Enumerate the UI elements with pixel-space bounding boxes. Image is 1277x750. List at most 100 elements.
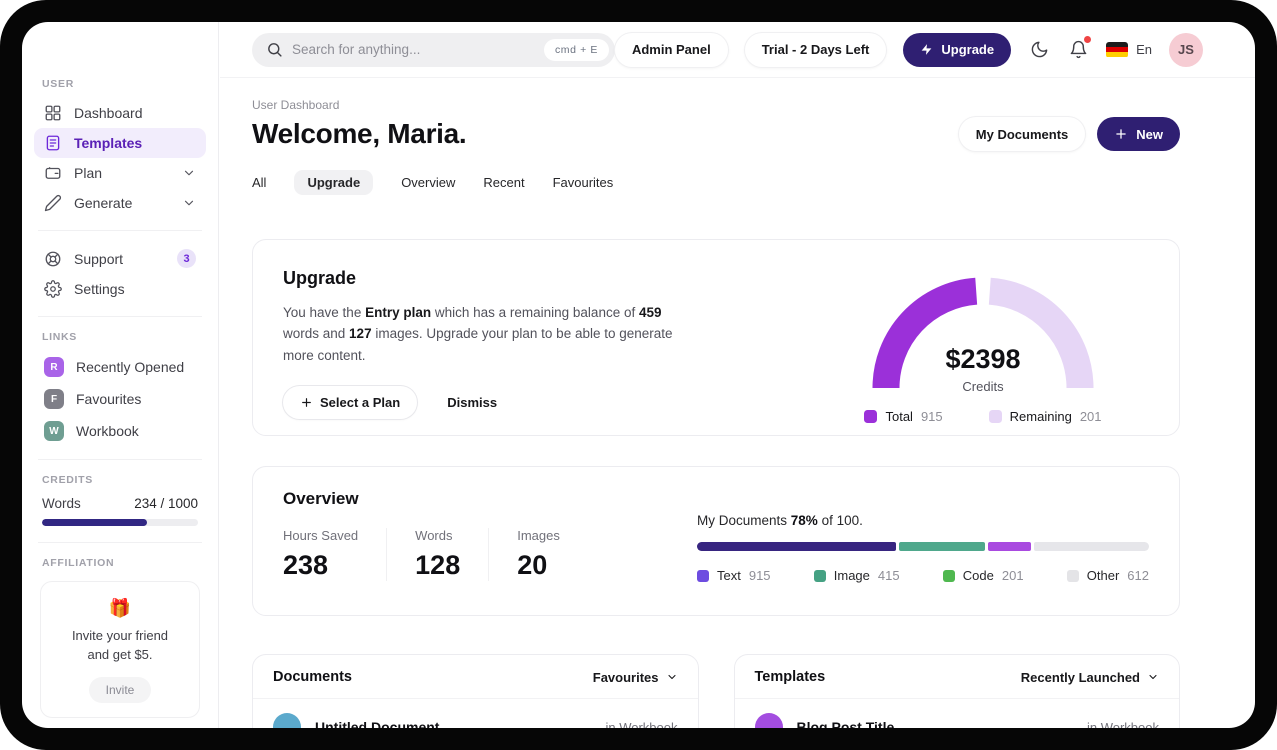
documents-filter-dropdown[interactable]: Favourites: [593, 670, 678, 685]
link-tile-r: R: [44, 357, 64, 377]
avatar[interactable]: JS: [1169, 32, 1203, 67]
templates-card-title: Templates: [754, 669, 826, 685]
template-thumbnail: [754, 713, 783, 728]
upgrade-card: Upgrade You have the Entry plan which ha…: [252, 239, 1180, 436]
notification-dot: [1084, 35, 1092, 43]
documents-progress-chart: My Documents 78% of 100. Text 915 Image …: [697, 489, 1149, 593]
search-bar[interactable]: cmd + E: [252, 32, 615, 67]
sidebar-item-label: Templates: [74, 135, 143, 151]
sidebar: USER Dashboard Templates Plan Generate S…: [22, 22, 219, 728]
sidebar-divider: [38, 542, 202, 543]
progress-caption: My Documents 78% of 100.: [697, 513, 863, 528]
lifebuoy-icon: [45, 251, 61, 266]
legend-item-text: Text 915: [697, 568, 771, 583]
content: User Dashboard Welcome, Maria. My Docume…: [220, 78, 1255, 728]
germany-flag-icon: [1106, 41, 1129, 58]
gauge-value: $2398: [945, 344, 1021, 374]
search-icon: [268, 43, 282, 57]
sidebar-item-dashboard[interactable]: Dashboard: [34, 98, 206, 128]
legend-swatch: [864, 410, 878, 423]
overview-card-title: Overview: [283, 489, 359, 508]
upgrade-card-text: You have the Entry plan which has a rema…: [283, 305, 673, 363]
plus-icon: [1116, 129, 1126, 139]
chevron-down-icon: [184, 170, 194, 176]
sidebar-item-label: Generate: [74, 195, 133, 211]
grid-icon: [45, 105, 61, 121]
sidebar-link-workbook[interactable]: W Workbook: [34, 415, 206, 447]
bar-segment-text: [697, 542, 896, 551]
support-count-badge: 3: [177, 249, 196, 268]
sidebar-divider: [38, 316, 202, 317]
legend-item-code: Code 201: [942, 568, 1024, 583]
sidebar-item-support[interactable]: Support 3: [34, 243, 206, 274]
sidebar-item-generate[interactable]: Generate: [34, 188, 206, 218]
bar-segment-code: [987, 542, 1031, 551]
lightning-icon: [921, 44, 932, 55]
sidebar-item-label: Support: [74, 250, 124, 267]
legend-swatch: [697, 569, 709, 582]
affiliation-card: 🎁 Invite your friend and get $5. Invite: [40, 581, 200, 718]
dismiss-button[interactable]: Dismiss: [447, 395, 497, 410]
credits-words-value: 234 / 1000: [134, 496, 198, 511]
admin-panel-button[interactable]: Admin Panel: [614, 32, 728, 67]
legend-swatch: [813, 569, 826, 582]
bell-icon: [1070, 40, 1086, 59]
trial-status-badge[interactable]: Trial - 2 Days Left: [744, 32, 887, 67]
link-tile-f: F: [44, 389, 64, 409]
templates-card: Templates Recently Launched Blog Post Ti…: [733, 654, 1180, 728]
legend-item-total: Total 915: [864, 409, 943, 424]
sidebar-link-label: Workbook: [76, 423, 139, 439]
notifications-button[interactable]: [1067, 35, 1092, 61]
templates-filter-dropdown[interactable]: Recently Launched: [1021, 670, 1159, 685]
template-row[interactable]: Blog Post Title in Workbook: [735, 699, 1180, 728]
sidebar-section-credits: CREDITS: [42, 474, 93, 486]
dark-mode-toggle[interactable]: [1028, 39, 1050, 61]
document-thumbnail: [273, 713, 301, 728]
upgrade-card-title: Upgrade: [283, 268, 357, 288]
breadcrumb: User Dashboard: [252, 98, 340, 112]
sidebar-item-plan[interactable]: Plan: [34, 158, 206, 188]
tab-bar: All Upgrade Overview Recent Favourites: [252, 170, 1180, 195]
bar-segment-other: [1033, 542, 1149, 551]
pencil-icon: [44, 194, 62, 212]
legend-swatch: [1066, 569, 1079, 582]
topbar-actions: Admin Panel Trial - 2 Days Left Upgrade: [614, 32, 1203, 67]
sidebar-item-settings[interactable]: Settings: [34, 274, 206, 304]
bar-segment-image: [898, 542, 985, 551]
template-location: in Workbook: [1086, 719, 1159, 729]
tab-upgrade[interactable]: Upgrade: [294, 170, 374, 195]
sidebar-section-user: USER: [42, 78, 74, 90]
gear-icon: [44, 280, 62, 298]
sidebar-item-templates[interactable]: Templates: [34, 128, 206, 158]
sidebar-link-favourites[interactable]: F Favourites: [34, 383, 206, 415]
search-input[interactable]: [292, 42, 535, 57]
sidebar-link-label: Favourites: [76, 391, 142, 407]
tab-overview[interactable]: Overview: [401, 170, 455, 195]
tab-all[interactable]: All: [252, 170, 266, 195]
gauge-legend: Total 915 Remaining 201: [864, 409, 1102, 424]
legend-item-remaining: Remaining 201: [988, 409, 1102, 424]
stat-hours-saved: Hours Saved 238: [283, 528, 388, 581]
language-selector[interactable]: En: [1106, 41, 1152, 58]
document-row[interactable]: Untitled Document in Workbook: [253, 699, 698, 728]
documents-card-title: Documents: [273, 669, 352, 685]
gift-icon: 🎁: [108, 598, 132, 618]
sidebar-divider: [38, 459, 202, 460]
chevron-down-icon: [1149, 674, 1157, 680]
search-shortcut-hint: cmd + E: [543, 38, 609, 61]
language-label: En: [1136, 42, 1152, 57]
sidebar-item-label: Settings: [74, 281, 125, 297]
tab-favourites[interactable]: Favourites: [553, 170, 614, 195]
sidebar-link-recently-opened[interactable]: R Recently Opened: [34, 351, 206, 383]
select-plan-button[interactable]: Select a Plan: [283, 385, 418, 419]
invite-button[interactable]: Invite: [88, 676, 152, 703]
upgrade-button[interactable]: Upgrade: [903, 32, 1012, 67]
gauge-caption: Credits: [962, 379, 1004, 394]
credits-words-row: Words 234 / 1000: [42, 496, 198, 511]
tab-recent[interactable]: Recent: [483, 170, 524, 195]
plus-icon: [302, 398, 311, 407]
my-documents-button[interactable]: My Documents: [958, 117, 1086, 151]
credits-words-label: Words: [42, 496, 81, 511]
new-button[interactable]: New: [1097, 117, 1180, 151]
sidebar-section-links: LINKS: [42, 331, 77, 343]
